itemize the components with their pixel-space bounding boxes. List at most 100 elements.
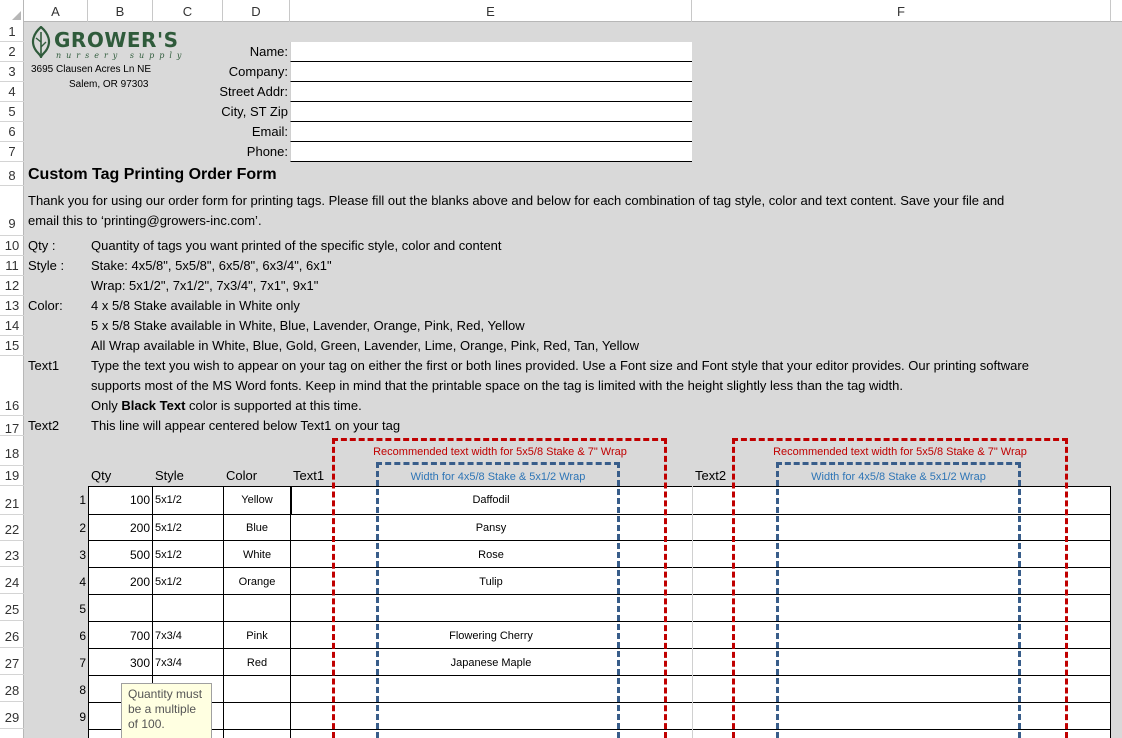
column-header-a[interactable]: A (24, 0, 88, 22)
select-all-button[interactable] (0, 0, 24, 22)
column-header-e[interactable]: E (290, 0, 692, 22)
company-input[interactable] (290, 62, 692, 82)
qty-cell[interactable]: 500 (90, 548, 150, 562)
row-number: 6 (79, 629, 86, 643)
blue-guide-label-text1: Width for 4x5/8 Stake & 5x1/2 Wrap (410, 471, 586, 483)
tooltip-line-3: of 100. (128, 717, 165, 731)
qty-cell[interactable]: 300 (90, 656, 150, 670)
row-header[interactable]: 14 (0, 316, 24, 336)
red-guide-label-text2: Recommended text width for 5x5/8 Stake &… (773, 446, 1027, 458)
row-header[interactable]: 23 (0, 541, 24, 567)
growers-logo: GROWER'S nursery supply (30, 26, 190, 60)
tooltip-line-1: Quantity must (128, 687, 203, 701)
row-header[interactable]: 7 (0, 142, 24, 162)
qty-cell[interactable]: 700 (90, 629, 150, 643)
row-header[interactable]: 28 (0, 675, 24, 702)
city-state-zip-input[interactable] (290, 102, 692, 122)
qty-cell[interactable]: 200 (90, 575, 150, 589)
blue-width-guide-text2 (776, 462, 1021, 738)
row-number: 4 (79, 575, 86, 589)
text1-label: Text1 (28, 358, 60, 373)
style-cell[interactable]: 5x1/2 (155, 549, 182, 561)
row-header[interactable]: 21 (0, 486, 24, 515)
color-text-1: 4 x 5/8 Stake available in White only (91, 298, 300, 313)
style-cell[interactable]: 7x3/4 (155, 630, 182, 642)
row-header[interactable]: 15 (0, 336, 24, 356)
row-header[interactable]: 8 (0, 162, 24, 186)
row-header-bar: 1 2 3 4 5 6 7 8 9 10 11 12 13 14 15 16 1… (0, 22, 24, 738)
email-input[interactable] (290, 122, 692, 142)
qty-cell[interactable]: 200 (90, 521, 150, 535)
column-header-b[interactable]: B (88, 0, 153, 22)
row-number: 1 (79, 493, 86, 507)
row-header[interactable]: 1 (0, 22, 24, 42)
row-number: 9 (79, 710, 86, 724)
text1-line-3-prefix: Only (91, 398, 122, 413)
row-header[interactable]: 26 (0, 621, 24, 648)
row-header[interactable]: 6 (0, 122, 24, 142)
row-header[interactable]: 4 (0, 82, 24, 102)
row-header[interactable]: 24 (0, 567, 24, 594)
column-header-bar: A B C D E F (0, 0, 1122, 22)
name-input[interactable] (290, 42, 692, 62)
street-input[interactable] (290, 82, 692, 102)
color-cell[interactable]: Blue (224, 522, 290, 534)
row-header[interactable]: 19 (0, 466, 24, 486)
style-cell[interactable]: 5x1/2 (155, 522, 182, 534)
row-header[interactable]: 10 (0, 236, 24, 256)
color-cell[interactable]: Yellow (224, 494, 290, 506)
row-header[interactable]: 9 (0, 186, 24, 236)
row-header[interactable]: 12 (0, 276, 24, 296)
row-header[interactable]: 22 (0, 515, 24, 541)
color-text-2: 5 x 5/8 Stake available in White, Blue, … (91, 318, 525, 333)
style-cell[interactable]: 5x1/2 (155, 576, 182, 588)
table-header-color: Color (226, 468, 258, 483)
color-text-3: All Wrap available in White, Blue, Gold,… (91, 338, 639, 353)
column-header-c[interactable]: C (153, 0, 223, 22)
table-header-style: Style (155, 468, 184, 483)
color-cell[interactable]: Red (224, 657, 290, 669)
column-header-d[interactable]: D (223, 0, 290, 22)
style-wrap-text: Wrap: 5x1/2", 7x1/2", 7x3/4", 7x1", 9x1" (91, 278, 319, 293)
text1-line-2: supports most of the MS Word fonts. Keep… (91, 378, 903, 393)
address-line-2: Salem, OR 97303 (69, 79, 149, 90)
table-border (88, 486, 89, 738)
row-number: 7 (79, 656, 86, 670)
tooltip-line-2: be a multiple (128, 702, 197, 716)
row-header[interactable]: 2 (0, 42, 24, 62)
color-cell[interactable]: Pink (224, 630, 290, 642)
qty-validation-tooltip: Quantity must be a multiple of 100. (121, 683, 212, 738)
row-header[interactable]: 25 (0, 594, 24, 621)
text2-text: This line will appear centered below Tex… (91, 418, 401, 433)
row-header[interactable]: 17 (0, 416, 24, 436)
color-cell[interactable]: Orange (224, 576, 290, 588)
row-header[interactable]: 11 (0, 256, 24, 276)
black-text-emphasis: Black Text (121, 398, 186, 413)
company-label: Company: (228, 64, 288, 79)
row-header[interactable]: 16 (0, 356, 24, 416)
row-header[interactable]: 29 (0, 702, 24, 729)
row-header[interactable]: 3 (0, 62, 24, 82)
street-label: Street Addr: (219, 84, 288, 99)
intro-line-1: Thank you for using our order form for p… (28, 193, 1005, 208)
row-number: 3 (79, 548, 86, 562)
style-cell[interactable]: 5x1/2 (155, 494, 182, 506)
color-label: Color: (28, 298, 63, 313)
qty-cell[interactable]: 100 (90, 493, 150, 507)
select-all-icon (12, 11, 21, 20)
row-header[interactable]: 27 (0, 648, 24, 675)
phone-label: Phone: (246, 144, 288, 159)
logo-wordmark: GROWER'S (54, 28, 179, 52)
blue-width-guide-text1 (376, 462, 620, 738)
row-header[interactable]: 18 (0, 436, 24, 466)
column-header-f[interactable]: F (692, 0, 1111, 22)
red-guide-label-text1: Recommended text width for 5x5/8 Stake &… (373, 446, 627, 458)
row-number: 2 (79, 521, 86, 535)
row-header[interactable]: 5 (0, 102, 24, 122)
style-cell[interactable]: 7x3/4 (155, 657, 182, 669)
table-col-border (692, 486, 693, 738)
row-header[interactable]: 13 (0, 296, 24, 316)
phone-input[interactable] (290, 142, 692, 162)
color-cell[interactable]: White (224, 549, 290, 561)
blue-guide-label-text2: Width for 4x5/8 Stake & 5x1/2 Wrap (811, 471, 986, 483)
